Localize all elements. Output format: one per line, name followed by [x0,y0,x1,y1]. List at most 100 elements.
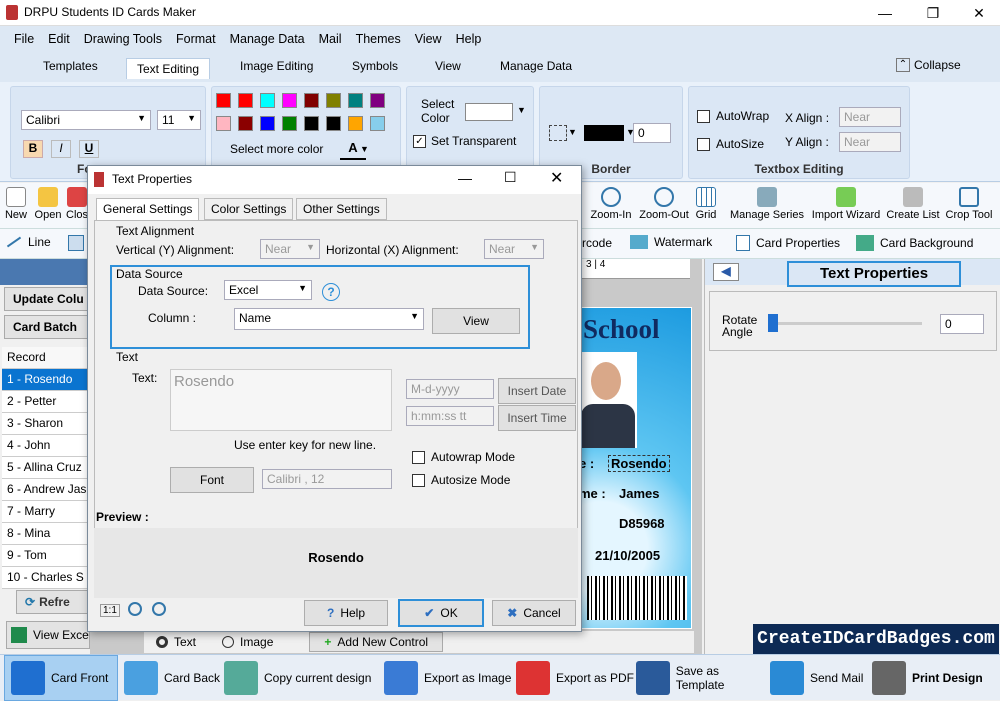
select-color-picker[interactable] [465,103,513,121]
autowrap-checkbox[interactable]: AutoWrap [697,109,769,123]
rectangle-icon[interactable] [68,235,84,251]
zoom-out-icon[interactable] [128,602,142,616]
copy-design-button[interactable]: Copy current design [224,655,378,701]
id-card[interactable]: School e : Rosendo me : James D85968 21/… [578,307,692,629]
open-button[interactable]: Open [32,187,64,221]
minimize-button[interactable]: — [862,0,908,26]
import-wizard-button[interactable]: Import Wizard [808,187,884,221]
view-excel-data-button[interactable]: View Excel Data [6,621,90,649]
card-id-value[interactable]: D85968 [619,516,665,531]
card-date-value[interactable]: 21/10/2005 [595,548,660,563]
menu-view[interactable]: View [415,26,442,52]
color-swatch[interactable] [304,93,319,108]
menu-manage-data[interactable]: Manage Data [230,26,305,52]
watermark-tool[interactable]: Watermark [630,235,712,249]
border-style-icon[interactable] [549,125,567,141]
font-size-select[interactable]: 11 ▼ [157,110,201,130]
rotate-slider-thumb[interactable] [768,314,778,332]
export-image-button[interactable]: Export as Image [384,655,514,701]
underline-button[interactable]: U [79,140,99,158]
color-swatch[interactable] [216,116,231,131]
autowrap-mode-checkbox[interactable]: Autowrap Mode [412,450,515,464]
color-swatch[interactable] [348,116,363,131]
card-school-text[interactable]: School [583,314,660,345]
color-swatch[interactable] [260,116,275,131]
color-swatch[interactable] [304,116,319,131]
card-barcode[interactable] [587,576,687,620]
tab-color-settings[interactable]: Color Settings [204,198,294,220]
menu-themes[interactable]: Themes [356,26,401,52]
back-arrow-icon[interactable]: ◀ [713,263,739,281]
chevron-down-icon[interactable]: ▼ [568,127,577,137]
color-swatch[interactable] [326,116,341,131]
manage-series-button[interactable]: Manage Series [728,187,806,221]
help-button[interactable]: ? Help [304,600,388,626]
create-list-button[interactable]: Create List [884,187,942,221]
color-swatch[interactable] [260,93,275,108]
card-back-button[interactable]: Card Back [120,655,220,701]
chevron-down-icon[interactable]: ▼ [517,105,526,115]
bold-button[interactable]: B [23,140,43,158]
refresh-button[interactable]: ⟳ Refre [16,590,90,614]
save-template-button[interactable]: Save as Template [636,655,770,701]
chevron-down-icon[interactable]: ▼ [360,144,369,154]
send-mail-button[interactable]: Send Mail [770,655,870,701]
card-photo[interactable] [579,352,637,448]
time-format-select[interactable]: h:mm:ss tt [406,406,494,426]
horizontal-alignment-select[interactable]: Near ▼ [484,239,544,259]
insert-time-button[interactable]: Insert Time [498,405,576,431]
text-radio[interactable] [156,636,168,648]
select-more-color[interactable]: Select more color [230,142,323,156]
collapse-button[interactable]: ⌃ Collapse [896,58,961,72]
font-name-select[interactable]: Calibri ▼ [21,110,151,130]
color-swatch[interactable] [370,93,385,108]
tab-templates[interactable]: Templates [43,59,98,73]
record-row[interactable]: 9 - Tom [2,545,90,567]
insert-date-button[interactable]: Insert Date [498,378,576,404]
color-swatch[interactable] [282,93,297,108]
tab-text-editing[interactable]: Text Editing [126,58,211,79]
border-color-picker[interactable] [584,125,624,141]
print-design-button[interactable]: Print Design [872,655,998,701]
x-align-select[interactable]: Near [839,107,901,127]
card-properties-tool[interactable]: Card Properties [736,235,840,251]
tab-view[interactable]: View [435,59,461,73]
italic-button[interactable]: I [51,140,71,158]
font-button[interactable]: Font [170,467,254,493]
view-button[interactable]: View [432,308,520,334]
record-row[interactable]: 8 - Mina [2,523,90,545]
export-pdf-button[interactable]: Export as PDF [516,655,634,701]
record-row[interactable]: 2 - Petter [2,391,90,413]
date-format-select[interactable]: M-d-yyyy [406,379,494,399]
tab-symbols[interactable]: Symbols [352,59,398,73]
dialog-maximize-button[interactable]: ☐ [504,169,517,186]
line-tool[interactable]: Line [6,235,51,249]
record-row[interactable]: 1 - Rosendo [2,369,90,391]
color-swatch[interactable] [348,93,363,108]
crop-tool-button[interactable]: Crop Tool [942,187,996,221]
zoom-in-icon[interactable] [152,602,166,616]
barcode-tool[interactable]: rcode [582,236,612,250]
grid-button[interactable]: Grid [692,187,720,221]
border-width-input[interactable]: 0 [633,123,671,143]
actual-size-button[interactable]: 1:1 [100,604,120,617]
update-column-button[interactable]: Update Colu [4,287,90,311]
vertical-alignment-select[interactable]: Near ▼ [260,239,320,259]
card-name-value[interactable]: Rosendo [608,455,670,472]
dialog-minimize-button[interactable]: — [458,170,472,186]
tab-image-editing[interactable]: Image Editing [240,59,313,73]
rotate-angle-input[interactable]: 0 [940,314,984,334]
record-row[interactable]: 7 - Marry [2,501,90,523]
image-radio[interactable] [222,636,235,648]
tab-manage-data[interactable]: Manage Data [500,59,572,73]
menu-drawing-tools[interactable]: Drawing Tools [84,26,162,52]
card-background-tool[interactable]: Card Background [856,235,973,251]
menu-format[interactable]: Format [176,26,216,52]
rotate-slider-track[interactable] [770,322,922,325]
tab-general-settings[interactable]: General Settings [96,198,200,220]
add-new-control-button[interactable]: + Add New Control [309,632,444,652]
text-input[interactable]: Rosendo [170,369,392,431]
record-row[interactable]: 6 - Andrew Jas [2,479,90,501]
record-row[interactable]: 5 - Allina Cruz [2,457,90,479]
color-swatch[interactable] [216,93,231,108]
